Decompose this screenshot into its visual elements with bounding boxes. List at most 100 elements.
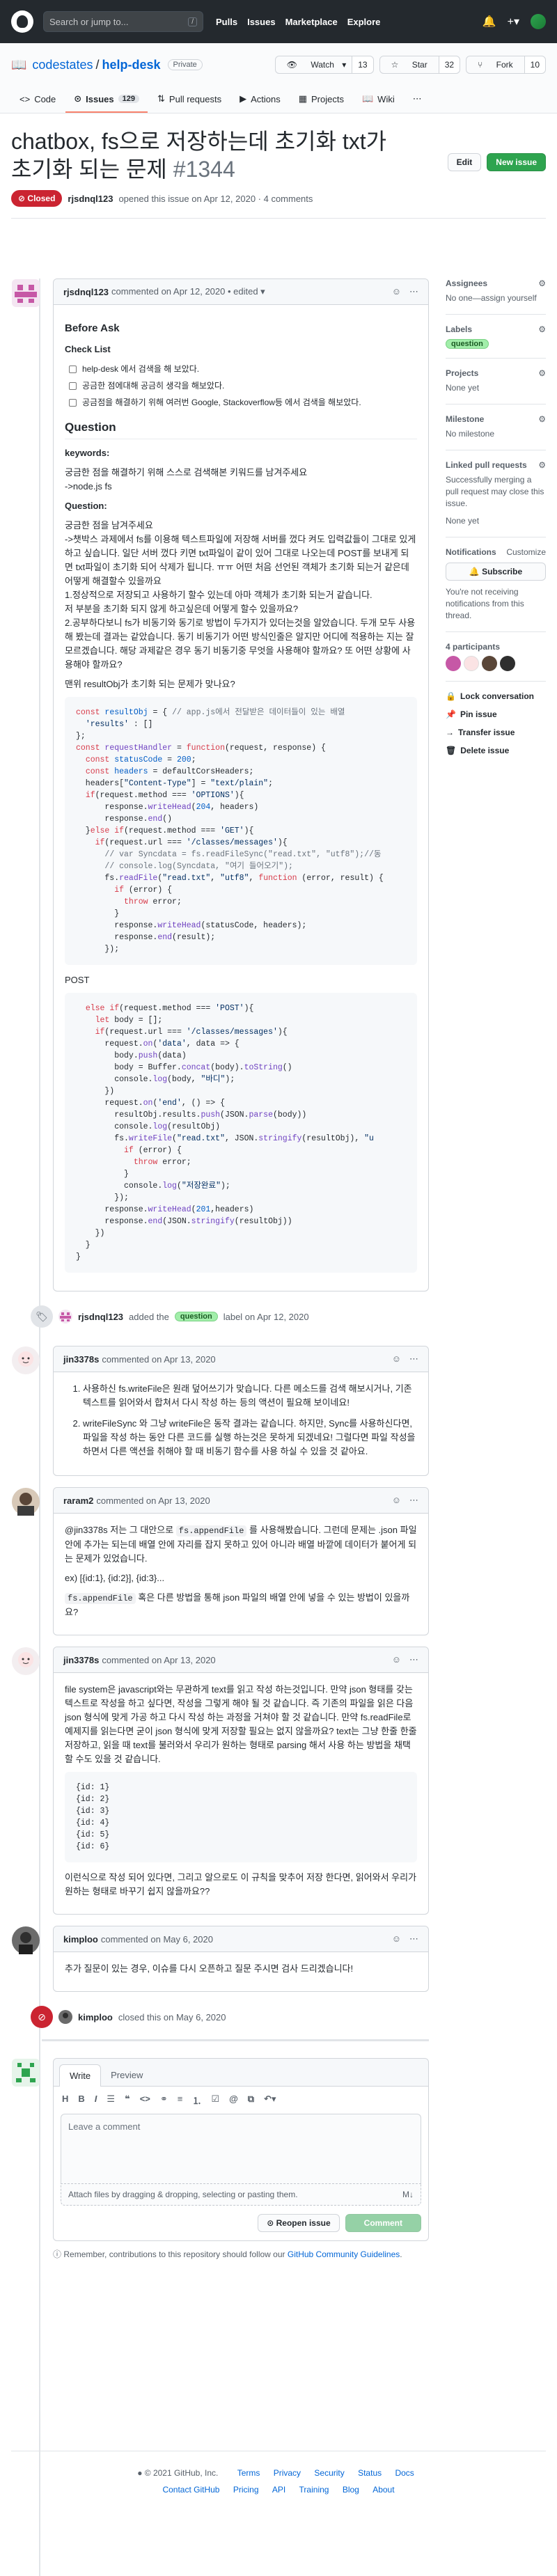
mention-icon[interactable]: @ bbox=[229, 2094, 238, 2107]
tab-issues[interactable]: ⊙ Issues 129 bbox=[65, 86, 148, 113]
tab-actions[interactable]: ▶ Actions bbox=[231, 86, 289, 113]
avatar[interactable] bbox=[12, 1647, 40, 1675]
avatar[interactable] bbox=[12, 2059, 40, 2087]
nav-issues[interactable]: Issues bbox=[247, 17, 275, 27]
question-label[interactable]: question bbox=[446, 339, 489, 349]
search-input[interactable]: Search or jump to... / bbox=[43, 11, 203, 32]
community-guidelines-link[interactable]: GitHub Community Guidelines bbox=[288, 2249, 400, 2259]
customize-link[interactable]: Customize bbox=[506, 547, 546, 557]
assignees-heading[interactable]: Assignees bbox=[446, 278, 487, 288]
task-list-icon[interactable]: ☑ bbox=[211, 2094, 219, 2107]
star-count[interactable]: 32 bbox=[438, 56, 460, 73]
footer-link[interactable]: Contact GitHub bbox=[162, 2485, 219, 2495]
github-mark-icon[interactable]: ● bbox=[137, 2468, 142, 2478]
participant-avatar[interactable] bbox=[482, 656, 497, 671]
participant-avatar[interactable] bbox=[446, 656, 461, 671]
tab-write[interactable]: Write bbox=[59, 2064, 102, 2087]
footer-link[interactable]: Terms bbox=[237, 2468, 260, 2478]
avatar[interactable] bbox=[12, 1488, 40, 1516]
actor-avatar[interactable] bbox=[58, 2010, 72, 2024]
kebab-icon[interactable]: ⋯ bbox=[409, 1353, 418, 1365]
projects-heading[interactable]: Projects bbox=[446, 368, 478, 378]
footer-link[interactable]: Training bbox=[299, 2485, 329, 2495]
reopen-issue-button[interactable]: ⊙ Reopen issue bbox=[258, 2214, 340, 2232]
gear-icon[interactable]: ⚙ bbox=[538, 460, 546, 470]
checkbox-icon[interactable] bbox=[69, 398, 77, 407]
milestone-heading[interactable]: Milestone bbox=[446, 414, 484, 424]
github-logo-icon[interactable] bbox=[11, 10, 33, 33]
bell-icon[interactable]: 🔔 bbox=[483, 15, 496, 29]
repo-owner-link[interactable]: codestates bbox=[32, 58, 93, 72]
new-issue-button[interactable]: New issue bbox=[487, 153, 546, 171]
comment-author[interactable]: raram2 bbox=[63, 1495, 93, 1506]
tab-preview[interactable]: Preview bbox=[101, 2064, 152, 2086]
star-button[interactable]: ☆ Star 32 bbox=[379, 56, 461, 74]
footer-link[interactable]: Pricing bbox=[233, 2485, 259, 2495]
attach-files-area[interactable]: Attach files by dragging & dropping, sel… bbox=[61, 2183, 421, 2206]
checkbox-icon[interactable] bbox=[69, 365, 77, 373]
footer-link[interactable]: Security bbox=[314, 2468, 344, 2478]
more-tabs-button[interactable]: ⋯ bbox=[405, 86, 430, 113]
checklist-item[interactable]: 공금한 점에대해 공금히 생각을 해보았다. bbox=[69, 379, 417, 393]
kebab-icon[interactable]: ⋯ bbox=[409, 1495, 418, 1506]
smiley-icon[interactable]: ☺ bbox=[392, 1353, 401, 1365]
smiley-icon[interactable]: ☺ bbox=[392, 1495, 401, 1506]
heading-icon[interactable]: H bbox=[62, 2094, 68, 2107]
gear-icon[interactable]: ⚙ bbox=[538, 324, 546, 334]
comment-meta[interactable]: commented on Apr 13, 2020 bbox=[102, 1655, 215, 1665]
footer-link[interactable]: API bbox=[272, 2485, 285, 2495]
footer-link[interactable]: Privacy bbox=[274, 2468, 301, 2478]
avatar[interactable] bbox=[12, 1346, 40, 1374]
tab-wiki[interactable]: 📖 Wiki bbox=[354, 86, 403, 113]
user-avatar[interactable] bbox=[531, 14, 546, 29]
code-icon[interactable]: <> bbox=[140, 2094, 150, 2107]
pin-issue-button[interactable]: 📌 Pin issue bbox=[446, 709, 546, 719]
bold-icon[interactable]: B bbox=[78, 2094, 84, 2107]
plus-icon[interactable]: +▾ bbox=[508, 15, 519, 29]
nav-marketplace[interactable]: Marketplace bbox=[285, 17, 338, 27]
watch-button[interactable]: 👁 Watch ▾ 13 bbox=[274, 56, 374, 74]
comment-author[interactable]: jin3378s bbox=[63, 1354, 99, 1365]
comment-meta[interactable]: commented on Apr 13, 2020 bbox=[96, 1495, 210, 1506]
transfer-issue-button[interactable]: → Transfer issue bbox=[446, 728, 546, 737]
nav-pulls[interactable]: Pulls bbox=[216, 17, 237, 27]
gear-icon[interactable]: ⚙ bbox=[538, 368, 546, 378]
assignees-value[interactable]: No one—assign yourself bbox=[446, 292, 546, 304]
watch-count[interactable]: 13 bbox=[352, 56, 373, 73]
labels-heading[interactable]: Labels bbox=[446, 324, 472, 334]
checklist-item[interactable]: help-desk 에서 검색을 해 보았다. bbox=[69, 362, 417, 376]
linked-pr-heading[interactable]: Linked pull requests bbox=[446, 460, 527, 470]
nav-explore[interactable]: Explore bbox=[347, 17, 381, 27]
comment-meta[interactable]: commented on Apr 12, 2020 • edited ▾ bbox=[111, 286, 265, 297]
fork-button[interactable]: ⑂ Fork 10 bbox=[466, 56, 546, 74]
delete-issue-button[interactable]: 🗑 Delete issue bbox=[446, 746, 546, 755]
participant-avatar[interactable] bbox=[500, 656, 515, 671]
comment-author[interactable]: rjsdnql123 bbox=[63, 287, 109, 297]
gear-icon[interactable]: ⚙ bbox=[538, 414, 546, 424]
issue-author-link[interactable]: rjsdnql123 bbox=[68, 194, 113, 204]
participant-avatar[interactable] bbox=[464, 656, 479, 671]
tab-pull-requests[interactable]: ⇅ Pull requests bbox=[149, 86, 230, 113]
comment-author[interactable]: jin3378s bbox=[63, 1655, 99, 1665]
avatar[interactable] bbox=[12, 1926, 40, 1954]
event-actor[interactable]: rjsdnql123 bbox=[78, 1312, 123, 1322]
cross-reference-icon[interactable]: ⧉ bbox=[248, 2094, 254, 2107]
event-actor[interactable]: kimploo bbox=[78, 2012, 113, 2023]
footer-link[interactable]: Blog bbox=[343, 2485, 359, 2495]
comment-textarea[interactable]: Leave a comment bbox=[61, 2114, 421, 2183]
italic-icon[interactable]: I bbox=[95, 2094, 97, 2107]
footer-link[interactable]: Status bbox=[358, 2468, 382, 2478]
checkbox-icon[interactable] bbox=[69, 382, 77, 390]
edit-title-button[interactable]: Edit bbox=[447, 153, 482, 171]
smiley-icon[interactable]: ☺ bbox=[392, 1933, 401, 1945]
smiley-icon[interactable]: ☺ bbox=[392, 1654, 401, 1665]
gear-icon[interactable]: ⚙ bbox=[538, 278, 546, 288]
list-icon[interactable]: ☰ bbox=[107, 2094, 115, 2107]
quote-icon[interactable]: ❝ bbox=[125, 2094, 130, 2107]
ordered-list-icon[interactable]: ⒈ bbox=[192, 2094, 201, 2107]
unordered-list-icon[interactable]: ≡ bbox=[178, 2094, 183, 2107]
lock-conversation-button[interactable]: 🔒 Lock conversation bbox=[446, 691, 546, 701]
comment-button[interactable]: Comment bbox=[345, 2214, 421, 2232]
actor-avatar[interactable] bbox=[58, 1310, 72, 1324]
question-label[interactable]: question bbox=[174, 1312, 218, 1321]
